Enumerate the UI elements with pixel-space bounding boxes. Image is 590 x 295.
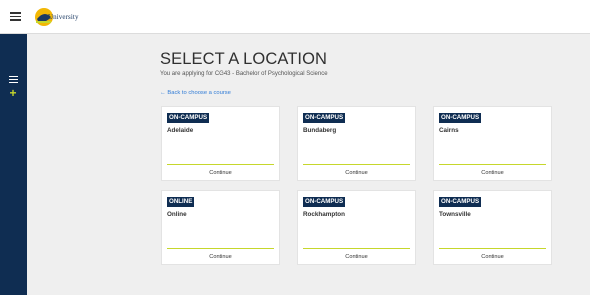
card-divider [167, 248, 274, 250]
location-name: Townsville [439, 211, 471, 218]
card-divider [439, 248, 546, 250]
location-name: Rockhampton [303, 211, 345, 218]
plus-icon[interactable]: + [7, 87, 19, 99]
list-icon[interactable] [9, 76, 18, 84]
continue-button[interactable]: Continue [434, 254, 551, 260]
delivery-badge: ONLINE [167, 197, 195, 207]
card-divider [167, 164, 274, 166]
location-card-townsville[interactable]: ON-CAMPUS Townsville Continue [433, 190, 552, 265]
continue-button[interactable]: Continue [298, 170, 415, 176]
page-title: SELECT A LOCATION [160, 50, 328, 68]
location-name: Adelaide [167, 127, 194, 134]
continue-button[interactable]: Continue [162, 254, 279, 260]
logo-text: University [48, 13, 79, 21]
card-divider [303, 248, 410, 250]
back-to-course-link[interactable]: ← Back to choose a course [160, 90, 231, 96]
delivery-badge: ON-CAMPUS [439, 197, 482, 207]
delivery-badge: ON-CAMPUS [167, 113, 210, 123]
top-bar: University [0, 0, 590, 34]
delivery-badge: ON-CAMPUS [303, 197, 346, 207]
location-card-cairns[interactable]: ON-CAMPUS Cairns Continue [433, 106, 552, 181]
location-card-rockhampton[interactable]: ON-CAMPUS Rockhampton Continue [297, 190, 416, 265]
page-subtitle: You are applying for CG43 - Bachelor of … [160, 71, 328, 77]
delivery-badge: ON-CAMPUS [439, 113, 482, 123]
location-card-bundaberg[interactable]: ON-CAMPUS Bundaberg Continue [297, 106, 416, 181]
card-divider [439, 164, 546, 166]
sidebar: + [0, 34, 27, 295]
hamburger-menu-icon[interactable] [10, 12, 21, 21]
continue-button[interactable]: Continue [434, 170, 551, 176]
continue-button[interactable]: Continue [162, 170, 279, 176]
location-name: Bundaberg [303, 127, 337, 134]
continue-button[interactable]: Continue [298, 254, 415, 260]
location-card-adelaide[interactable]: ON-CAMPUS Adelaide Continue [161, 106, 280, 181]
location-card-online[interactable]: ONLINE Online Continue [161, 190, 280, 265]
delivery-badge: ON-CAMPUS [303, 113, 346, 123]
card-divider [303, 164, 410, 166]
location-name: Online [167, 211, 187, 218]
location-name: Cairns [439, 127, 459, 134]
